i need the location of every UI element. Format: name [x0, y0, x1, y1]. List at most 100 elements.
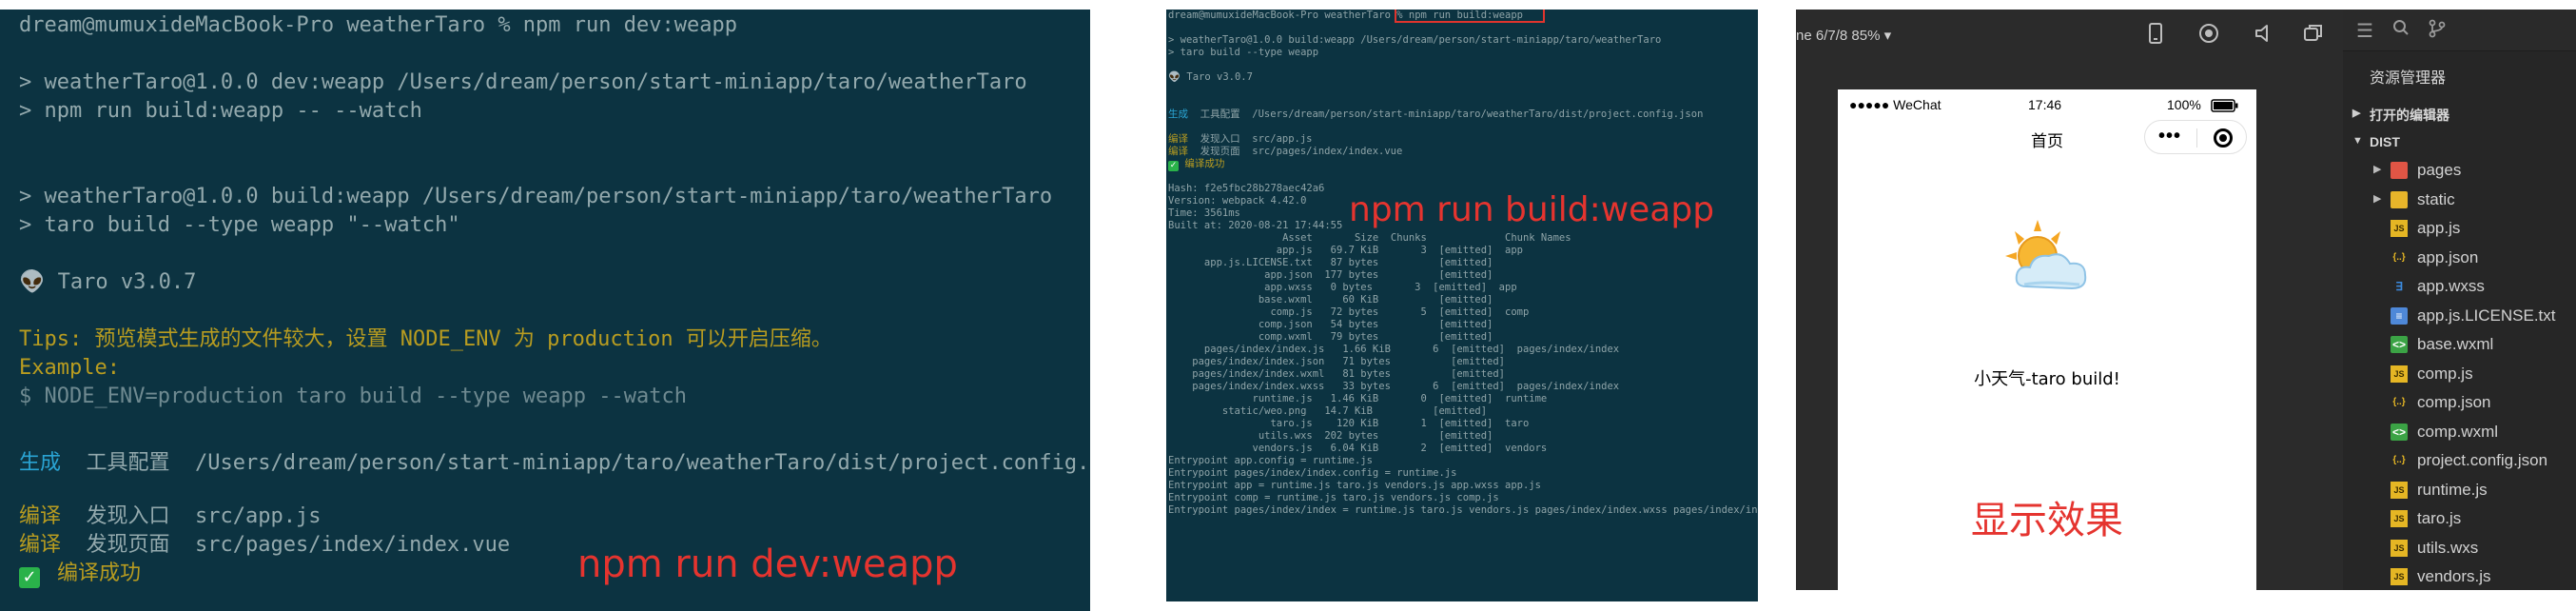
build-stats-line: Entrypoint pages/index/index = runtime.j…: [1168, 504, 1758, 516]
build-stats-line: static/weo.png 14.7 KiB [emitted]: [1168, 405, 1488, 417]
explorer-item-label: app.json: [2417, 247, 2479, 266]
compile-entry-text: 发现入口 src/app.js: [61, 504, 322, 528]
file-js-icon: JS: [2391, 568, 2408, 585]
build-stats-line: comp.wxml 79 bytes [emitted]: [1168, 331, 1493, 343]
terminal-line: 👽 Taro v3.0.7: [19, 270, 197, 294]
simulator-area: ●●●●● WeChat 17:46 100% 首页 ••• 小天气-taro …: [1796, 67, 2343, 590]
compile-entry-line: 编译 发现入口 src/app.js: [19, 503, 321, 531]
build-stats-line: comp.js 72 bytes 5 [emitted] comp: [1168, 306, 1530, 318]
compile-entry-text: 发现入口 src/app.js: [1188, 133, 1313, 145]
compile-success-line: ✓ 编译成功: [1168, 158, 1224, 171]
file-js-icon: JS: [2391, 510, 2408, 527]
explorer-toolbar: ☰: [2343, 10, 2576, 51]
compile-label: 编译: [1168, 133, 1188, 145]
compile-label: 编译: [19, 533, 62, 557]
generate-label: 生成: [1168, 108, 1188, 120]
compile-label: 编译: [19, 504, 62, 528]
folder-icon: [2391, 162, 2408, 179]
generate-text: 工具配置 /Users/dream/person/start-miniapp/t…: [61, 451, 1091, 475]
compile-page-text: 发现页面 src/pages/index/index.vue: [1188, 146, 1403, 157]
build-stats-line: Time: 3561ms: [1168, 207, 1240, 219]
build-terminal-window[interactable]: dream@mumuxideMacBook-Pro weatherTaro % …: [1166, 10, 1758, 601]
capsule-menu[interactable]: •••: [2144, 120, 2247, 154]
generate-line: 生成 工具配置 /Users/dream/person/start-miniap…: [19, 449, 1090, 478]
section-dist[interactable]: ▼ DIST: [2343, 129, 2576, 156]
file-js-icon: JS: [2391, 481, 2408, 499]
explorer-item-label: project.config.json: [2417, 451, 2548, 469]
compile-page-line: 编译 发现页面 src/pages/index/index.vue: [1168, 146, 1402, 158]
close-miniprogram-icon[interactable]: [2214, 128, 2233, 148]
build-stats-line: utils.wxs 202 bytes [emitted]: [1168, 430, 1493, 442]
build-stats-line: comp.json 54 bytes [emitted]: [1168, 319, 1493, 330]
phone-icon[interactable]: [2142, 23, 2169, 49]
prompt-text: dream@mumuxideMacBook-Pro weatherTaro %: [1168, 10, 1409, 21]
build-stats-line: base.wxml 60 KiB [emitted]: [1168, 294, 1493, 306]
explorer-item-label: comp.json: [2417, 393, 2491, 411]
result-caption: 显示效果: [1971, 499, 2123, 542]
terminal-line: > npm run build:weapp -- --watch: [19, 99, 422, 123]
file-js-icon: JS: [2391, 220, 2408, 237]
compile-label: 编译: [1168, 146, 1188, 157]
command-highlight-box: [1395, 10, 1545, 23]
battery-icon: [2211, 99, 2239, 115]
wechat-devtools-window: ne 6/7/8 85% ▾ ●●●●● WeChat 17:46 100% 首…: [1796, 10, 2576, 590]
chevron-right-icon: ▶: [2373, 164, 2382, 175]
file-js-icon: JS: [2391, 365, 2408, 383]
status-battery: 100%: [2167, 97, 2201, 112]
sound-icon[interactable]: [2249, 23, 2275, 49]
phone-screen[interactable]: ●●●●● WeChat 17:46 100% 首页 ••• 小天气-taro …: [1838, 89, 2256, 590]
terminal-line: > taro build --type weapp: [1168, 47, 1319, 58]
compile-success-text: 编译成功: [57, 562, 142, 585]
build-stats-line: Entrypoint app = runtime.js taro.js vend…: [1168, 480, 1541, 491]
explorer-item-label: app.js.LICENSE.txt: [2417, 306, 2556, 325]
compile-success-line: ✓ 编译成功: [19, 560, 141, 588]
generate-line: 生成 工具配置 /Users/dream/person/start-miniap…: [1168, 108, 1703, 121]
file-wxml-icon: <>: [2391, 336, 2408, 353]
build-stats-line: app.json 177 bytes [emitted]: [1168, 269, 1493, 281]
build-stats-line: pages/index/index.wxml 81 bytes [emitted…: [1168, 368, 1506, 380]
dev-terminal-window[interactable]: dream@mumuxideMacBook-Pro weatherTaro % …: [0, 10, 1090, 611]
record-icon[interactable]: [2195, 23, 2222, 49]
chevron-right-icon: ▶: [2373, 192, 2382, 205]
more-icon[interactable]: •••: [2158, 127, 2181, 146]
terminal-line: 👽 Taro v3.0.7: [1168, 71, 1253, 83]
explorer-item-label: pages: [2417, 161, 2462, 179]
capsule-divider: [2196, 128, 2197, 148]
compile-page-text: 发现页面 src/pages/index/index.vue: [61, 533, 511, 557]
weather-sun-cloud-icon: [2005, 220, 2087, 290]
file-wxss-icon: ∃: [2395, 280, 2403, 293]
build-stats-line: pages/index/index.json 71 bytes [emitted…: [1168, 356, 1506, 367]
build-caption: npm run build:weapp: [1349, 190, 1715, 229]
terminal-line: > weatherTaro@1.0.0 dev:weapp /Users/dre…: [19, 70, 1027, 94]
build-stats-line: Built at: 2020-08-21 17:44:55: [1168, 220, 1343, 231]
folder-icon: [2391, 190, 2408, 208]
build-stats-line: pages/index/index.wxss 33 bytes 6 [emitt…: [1168, 381, 1620, 392]
build-stats-line: taro.js 120 KiB 1 [emitted] taro: [1168, 418, 1530, 429]
terminal-line: Tips: 预览模式生成的文件较大，设置 NODE_ENV 为 producti…: [19, 327, 832, 351]
file-json-icon: {..}: [2392, 455, 2406, 465]
search-icon[interactable]: [2392, 19, 2410, 42]
explorer-item-label: base.wxml: [2417, 335, 2494, 353]
list-icon[interactable]: ☰: [2356, 19, 2373, 43]
compile-entry-line: 编译 发现入口 src/app.js: [1168, 133, 1313, 146]
explorer-item-label: comp.js: [2417, 364, 2473, 383]
explorer-title: 资源管理器: [2370, 70, 2447, 87]
terminal-line: > weatherTaro@1.0.0 build:weapp /Users/d…: [1168, 34, 1662, 46]
window-icon[interactable]: [2300, 23, 2327, 49]
section-open-editors[interactable]: ▶ 打开的编辑器: [2343, 101, 2576, 128]
terminal-line: > weatherTaro@1.0.0 build:weapp /Users/d…: [19, 185, 1053, 208]
status-carrier: ●●●●● WeChat: [1849, 97, 1942, 112]
compile-success-text: 编译成功: [1179, 158, 1225, 169]
build-stats-line: Hash: f2e5fbc28b278aec42a6: [1168, 183, 1325, 194]
build-stats-line: Entrypoint comp = runtime.js taro.js ven…: [1168, 492, 1499, 503]
status-time: 17:46: [2028, 97, 2062, 112]
git-branch-icon[interactable]: [2429, 19, 2446, 44]
build-stats-line: Asset Size Chunks Chunk Names: [1168, 232, 1571, 244]
file-wxml-icon: <>: [2391, 423, 2408, 441]
build-stats-line: app.wxss 0 bytes 3 [emitted] app: [1168, 282, 1517, 293]
terminal-line: $ NODE_ENV=production taro build --type …: [19, 384, 687, 408]
explorer-item-label: app.js: [2417, 219, 2461, 237]
device-selector[interactable]: ne 6/7/8 85% ▾: [1796, 27, 1891, 44]
terminal-line: dream@mumuxideMacBook-Pro weatherTaro % …: [19, 13, 737, 37]
file-explorer: ☰ 资源管理器 ▶ 打开的编辑器 ▼ DIST ▶ pages ▶ static JS a…: [2343, 10, 2576, 590]
